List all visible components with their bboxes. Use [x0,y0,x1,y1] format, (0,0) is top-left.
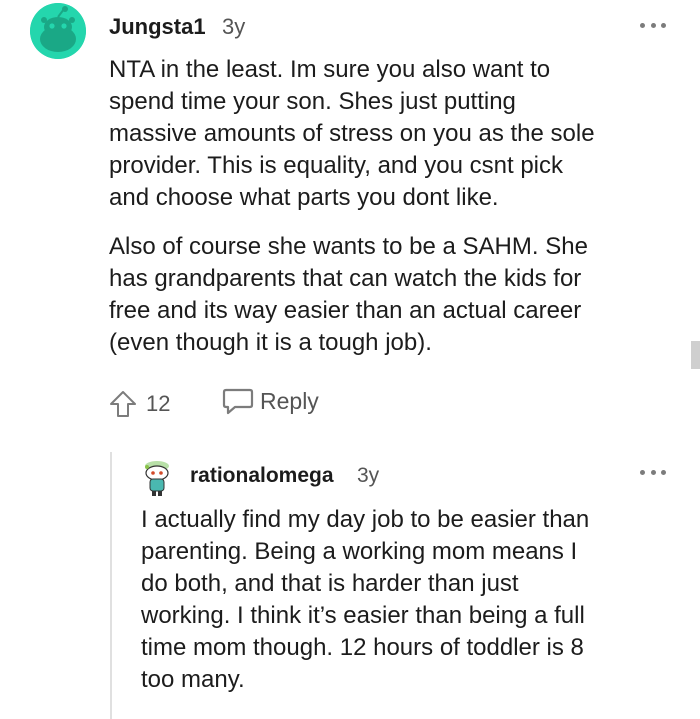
snoo-avatar-icon [30,3,86,59]
comment-line: massive amounts of stress on you as the … [109,120,595,147]
vote-controls: 12 [108,387,170,421]
comment-line: provider. This is equality, and you csnt… [109,152,564,179]
comment-line: (even though it is a tough job). [109,329,432,356]
comment-line: free and its way easier than an actual c… [109,297,582,324]
comment-age: 3y [222,14,246,39]
comment-paragraph-1: NTA in the least. Im sure you also want … [109,54,595,214]
avatar[interactable] [30,3,86,59]
reply-age: 3y [357,464,380,487]
comment-line: and choose what parts you dont like. [109,184,499,211]
comment-username[interactable]: Jungsta1 [109,14,206,40]
thread-line[interactable] [110,452,112,719]
reply-line: working. I think it’s easier than being … [141,602,585,629]
reply-avatar[interactable] [140,458,174,498]
snoo-avatar-icon [145,461,169,496]
vote-count: 12 [146,391,171,416]
more-options-icon[interactable] [640,467,666,477]
reply-body: I actually find my day job to be easier … [141,504,589,696]
comment-line: spend time your son. Shes just putting [109,88,516,115]
reply-line: too many. [141,666,245,693]
reply-label: Reply [260,387,319,414]
reply-line: parenting. Being a working mom means I [141,538,578,565]
scrollbar-thumb[interactable] [691,341,700,369]
comment-line: has grandparents that can watch the kids… [109,265,582,292]
upvote-arrow-icon[interactable] [108,389,138,419]
reply-line: time mom though. 12 hours of toddler is … [141,634,584,661]
more-options-icon[interactable] [640,20,666,30]
comment-line: NTA in the least. Im sure you also want … [109,56,551,83]
comment-paragraph-2: Also of course she wants to be a SAHM. S… [109,231,588,359]
reply-line: do both, and that is harder than just [141,570,519,597]
reply-button[interactable]: Reply [222,386,319,416]
comment-line: Also of course she wants to be a SAHM. S… [109,233,588,260]
reply-line: I actually find my day job to be easier … [141,506,590,533]
reply-username[interactable]: rationalomega [190,464,334,488]
speech-bubble-icon [222,388,254,415]
